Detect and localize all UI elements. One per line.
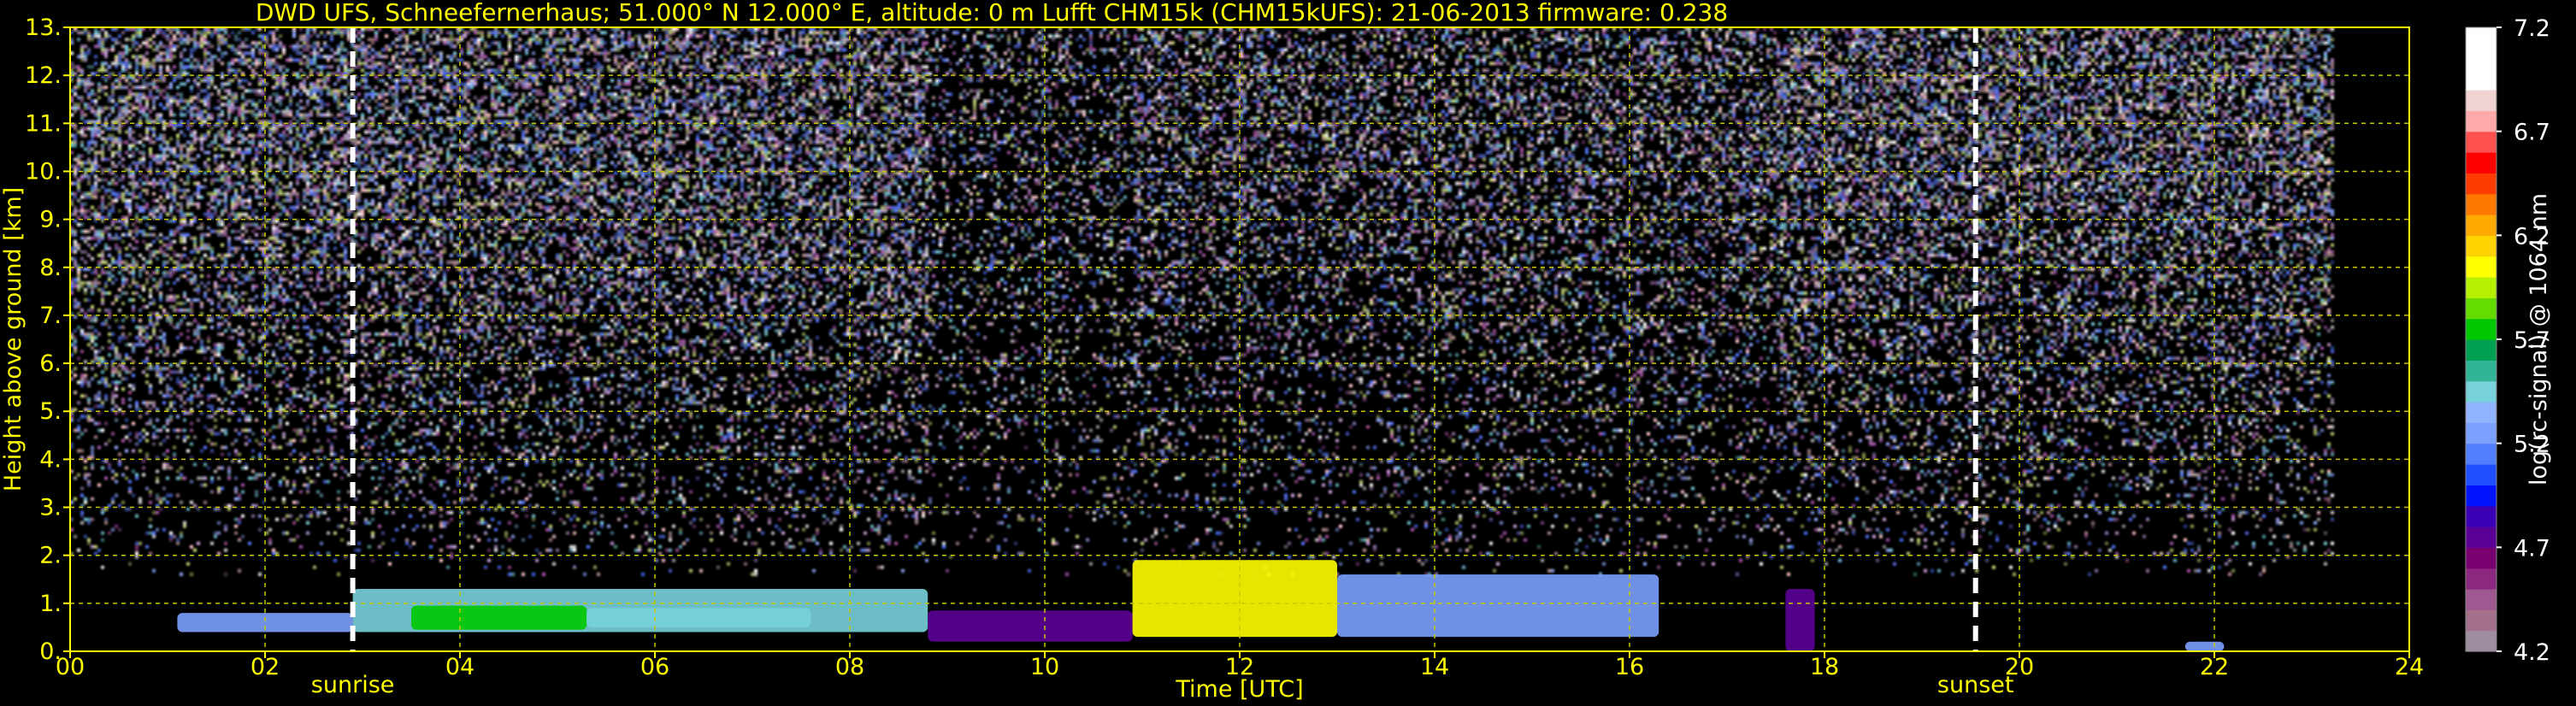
x-tick-label: 24 [2395, 654, 2424, 680]
y-tick-label: 2. [39, 543, 62, 569]
colorbar-segment [2466, 152, 2496, 174]
y-tick-label: 7. [39, 303, 62, 329]
plot-area: sunrise sunset [69, 26, 2410, 698]
colorbar-segment [2466, 589, 2496, 610]
y-tick-label: 8. [39, 255, 62, 281]
colorbar-segment [2466, 505, 2496, 527]
x-tick-label: 04 [445, 654, 475, 680]
colorbar-tick-label: 7.2 [2514, 15, 2550, 42]
chart-title: DWD UFS, Schneefernerhaus; 51.000° N 12.… [256, 0, 1728, 26]
aerosol-layer [2184, 641, 2225, 651]
y-tick-label: 11. [25, 110, 62, 137]
x-axis-label: Time [UTC] [1175, 676, 1303, 703]
colorbar-segment [2466, 630, 2496, 652]
x-tick-label: 20 [2005, 654, 2034, 680]
sunrise-label: sunrise [311, 672, 395, 698]
colorbar-segment [2466, 464, 2496, 485]
colorbar-segment [2466, 402, 2496, 423]
y-tick-label: 1. [39, 591, 62, 617]
x-tick-label: 16 [1615, 654, 1644, 680]
aerosol-layer [411, 605, 587, 630]
ceilometer-chart: DWD UFS, Schneefernerhaus; 51.000° N 12.… [0, 0, 2576, 706]
x-tick-label: 14 [1420, 654, 1449, 680]
colorbar-segment [2466, 68, 2496, 91]
y-tick-label: 9. [39, 207, 62, 233]
colorbar-segment [2466, 235, 2496, 257]
aerosol-layer [1337, 574, 1659, 638]
y-axis-label: Height above ground [km] [0, 187, 27, 491]
colorbar-tick-label: 4.7 [2514, 535, 2550, 562]
colorbar-segment [2466, 277, 2496, 298]
colorbar-segment [2466, 110, 2496, 132]
y-tick-label: 4. [39, 446, 62, 473]
aerosol-layer [587, 608, 811, 627]
sunset-label: sunset [1937, 672, 2014, 698]
colorbar-segment [2466, 318, 2496, 340]
x-tick-label: 06 [640, 654, 669, 680]
colorbar-segment [2466, 193, 2496, 215]
colorbar-label: log(rc-signal) @ 1064 nm [2526, 193, 2552, 485]
y-tick-label: 12. [25, 62, 62, 89]
x-tick-label: 10 [1030, 654, 1059, 680]
x-tick-label: 00 [56, 654, 85, 680]
colorbar [2465, 26, 2497, 652]
colorbar-segment [2466, 380, 2496, 403]
colorbar-segment [2466, 173, 2496, 195]
colorbar-segment [2466, 422, 2496, 444]
y-tick-label: 13. [25, 15, 62, 41]
colorbar-segment [2466, 547, 2496, 569]
colorbar-segment [2466, 339, 2496, 361]
colorbar-segment [2466, 48, 2496, 70]
x-tick-label: 22 [2200, 654, 2229, 680]
colorbar-segment [2466, 609, 2496, 632]
aerosol-layer [1785, 589, 1815, 651]
aerosol-layer [1132, 560, 1337, 638]
colorbar-tick-label: 6.7 [2514, 120, 2550, 146]
colorbar-segment [2466, 215, 2496, 236]
colorbar-segment [2466, 297, 2496, 320]
colorbar-segment [2466, 443, 2496, 465]
colorbar-segment [2466, 568, 2496, 590]
colorbar-segment [2466, 27, 2496, 49]
y-tick-label: 6. [39, 350, 62, 377]
x-tick-label: 08 [835, 654, 864, 680]
colorbar-segment [2466, 90, 2496, 111]
colorbar-segment [2466, 485, 2496, 507]
colorbar-segment [2466, 131, 2496, 153]
aerosol-layer [928, 610, 1133, 642]
colorbar-tick-label: 4.2 [2514, 639, 2550, 666]
x-tick-label: 02 [251, 654, 280, 680]
colorbar-segment [2466, 527, 2496, 548]
x-tick-label: 18 [1810, 654, 1839, 680]
colorbar-segment [2466, 360, 2496, 382]
y-tick-label: 5. [39, 398, 62, 425]
colorbar-segment [2466, 256, 2496, 278]
y-tick-label: 3. [39, 495, 62, 521]
y-tick-label: 10. [25, 158, 62, 185]
